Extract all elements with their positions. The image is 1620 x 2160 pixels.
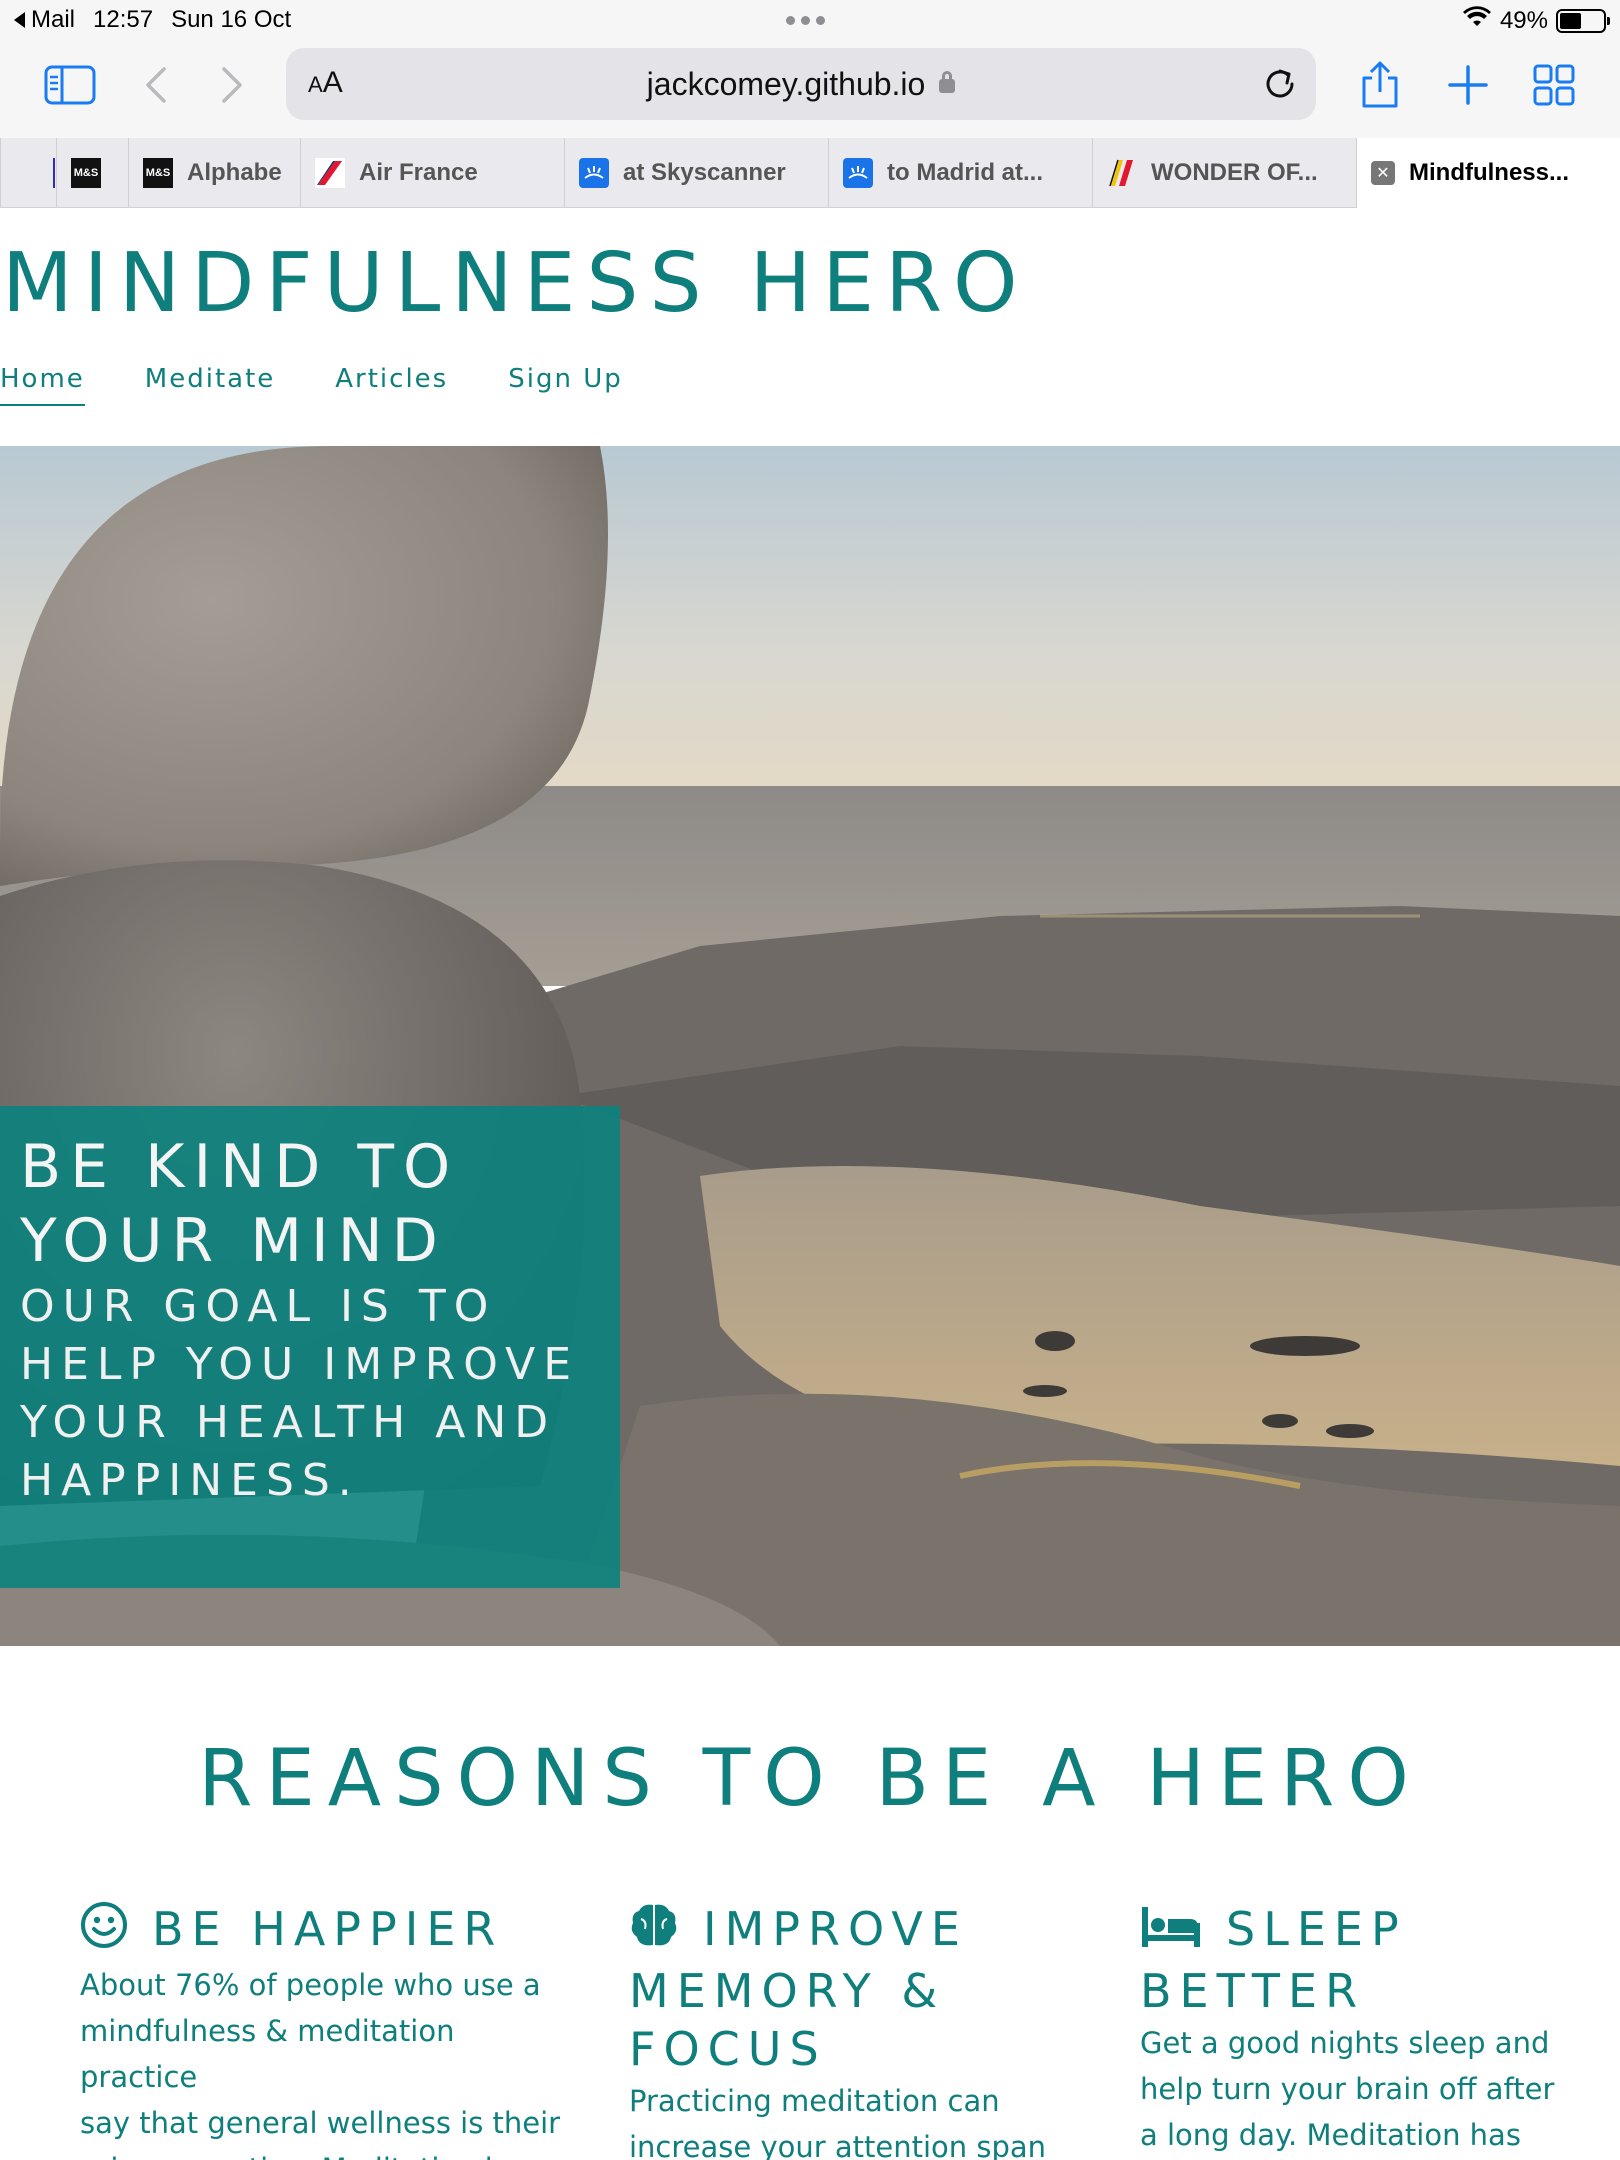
mks-icon: M&S (143, 158, 173, 188)
url-text[interactable]: jackcomey.github.io (647, 66, 926, 102)
tab-label: at Skyscanner (623, 159, 786, 186)
reason-text-line: primary motive. Meditation has (80, 2152, 536, 2160)
tab-item[interactable]: M&S Alphabe (128, 138, 300, 208)
hero-subheading: OUR GOAL IS TO HELP YOU IMPROVE YOUR HEA… (20, 1278, 620, 1510)
hero-subheading-line: HAPPINESS. (20, 1455, 360, 1506)
hero-subheading-line: HELP YOU IMPROVE (20, 1339, 580, 1390)
hero-heading-line: BE KIND TO (20, 1132, 460, 1202)
browser-toolbar: AA jackcomey.github.io (0, 40, 1620, 138)
reason-title-text: MEMORY & (629, 1964, 946, 2018)
site-nav: Home Meditate Articles Sign Up (0, 364, 683, 406)
battery-icon (1556, 8, 1610, 33)
tab-item[interactable]: Air France (300, 138, 564, 208)
reason-card-happier: BE HAPPIER About 76% of people who use a… (80, 1900, 580, 2160)
tab-label: Air France (359, 159, 478, 186)
smile-icon (80, 1901, 128, 1962)
nav-link-home[interactable]: Home (0, 364, 85, 406)
hero-heading-line: YOUR MIND (20, 1206, 447, 1276)
nav-link-meditate[interactable]: Meditate (145, 364, 275, 406)
reason-title-text: BETTER (1140, 1964, 1366, 2018)
share-icon[interactable] (1352, 60, 1408, 110)
clock: 12:57 (93, 6, 154, 33)
back-arrow-icon (14, 12, 25, 28)
wifi-icon (1462, 6, 1492, 35)
close-tab-icon[interactable]: ✕ (1371, 161, 1395, 185)
back-app-label: Mail (31, 6, 76, 33)
nav-link-sign-up[interactable]: Sign Up (508, 364, 623, 406)
reason-text: Get a good nights sleep and help turn yo… (1140, 2020, 1580, 2158)
tab-item[interactable]: to Madrid at... (828, 138, 1092, 208)
reason-text-line: a long day. Meditation has (1140, 2118, 1521, 2152)
reason-title-text: BE HAPPIER (152, 1902, 504, 1956)
hero-section: BE KIND TO YOUR MIND OUR GOAL IS TO HELP… (0, 446, 1620, 1646)
tab-item[interactable]: M&S (56, 138, 128, 208)
reason-text: About 76% of people who use a mindfulnes… (80, 1962, 580, 2160)
tab-item[interactable]: at Skyscanner (564, 138, 828, 208)
air-france-icon (315, 158, 345, 188)
mks-icon: M&S (71, 158, 101, 188)
address-bar[interactable]: AA jackcomey.github.io (286, 48, 1316, 120)
hero-text-box: BE KIND TO YOUR MIND OUR GOAL IS TO HELP… (0, 1106, 620, 1588)
lock-icon (939, 71, 956, 93)
tab-label: to Madrid at... (887, 159, 1043, 186)
tab-item[interactable]: WONDER OF... (1092, 138, 1356, 208)
reason-text-line: help turn your brain off after (1140, 2072, 1555, 2106)
reason-text-line: say that general wellness is their (80, 2106, 561, 2140)
sidebar-icon[interactable] (42, 60, 98, 110)
reason-text-line: Practicing meditation can (629, 2084, 1000, 2118)
reason-text-line: Get a good nights sleep and (1140, 2026, 1550, 2060)
back-to-app-link[interactable]: Mail (14, 6, 75, 34)
reason-text: Practicing meditation can increase your … (629, 2078, 1089, 2160)
reason-title-text: SLEEP (1226, 1902, 1407, 1956)
site-title[interactable]: MINDFULNESS HERO (2, 236, 1029, 331)
reason-text-line: mindfulness & meditation practice (80, 2014, 455, 2094)
reason-title-text: IMPROVE (703, 1902, 968, 1956)
reason-card-memory: IMPROVE MEMORY & FOCUS Practicing medita… (629, 1900, 1089, 2160)
hero-subheading-line: YOUR HEALTH AND (20, 1397, 557, 1448)
hero-subheading-line: OUR GOAL IS TO (20, 1281, 497, 1332)
back-icon[interactable] (128, 60, 184, 110)
reason-title-text: FOCUS (629, 2022, 827, 2076)
bed-icon (1140, 1904, 1202, 1962)
tab-item[interactable] (0, 138, 56, 208)
skyscanner-icon (579, 158, 609, 188)
battery-percent: 49% (1499, 6, 1548, 34)
reason-text-line: increase your attention span (629, 2130, 1047, 2160)
nav-link-articles[interactable]: Articles (335, 364, 448, 406)
tab-favicon-icon (53, 158, 55, 188)
new-tab-icon[interactable] (1440, 60, 1496, 110)
date: Sun 16 Oct (171, 6, 292, 33)
tab-bar: M&S M&S Alphabe Air France at Skyscanner… (0, 138, 1620, 208)
tab-item-active[interactable]: ✕ Mindfulness... (1356, 138, 1620, 208)
reason-card-sleep: SLEEP BETTER Get a good nights sleep and… (1140, 1900, 1580, 2158)
reason-title: BE HAPPIER (80, 1900, 580, 1962)
brain-icon (629, 1901, 679, 1962)
tab-label: Mindfulness... (1409, 159, 1570, 186)
reasons-heading: REASONS TO BE A HERO (198, 1734, 1422, 1824)
tab-label: WONDER OF... (1151, 159, 1318, 186)
reason-title: IMPROVE MEMORY & FOCUS (629, 1900, 1089, 2078)
multitasking-dots-icon[interactable] (786, 16, 825, 25)
hero-heading: BE KIND TO YOUR MIND (20, 1130, 620, 1278)
status-bar: Mail 12:57 Sun 16 Oct 49% (0, 0, 1620, 40)
tab-label: Alphabe (187, 159, 282, 186)
forward-icon[interactable] (204, 60, 260, 110)
reason-title: SLEEP BETTER (1140, 1900, 1580, 2020)
skyscanner-icon (843, 158, 873, 188)
reason-text-line: About 76% of people who use a (80, 1968, 541, 2002)
tab-overview-icon[interactable] (1526, 60, 1582, 110)
flag-icon (1107, 158, 1137, 188)
reload-icon[interactable] (1262, 66, 1298, 107)
